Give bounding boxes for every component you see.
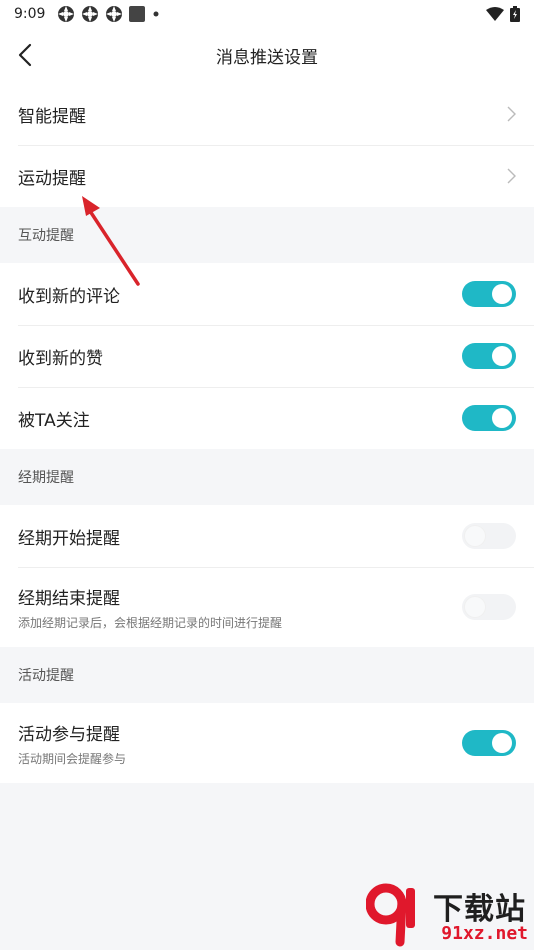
period-start-label: 经期开始提醒 (18, 528, 120, 549)
followed-label: 被TA关注 (18, 410, 90, 431)
period-end-label: 经期结束提醒 (18, 588, 120, 609)
chevron-left-icon (18, 43, 32, 67)
period-end-description: 添加经期记录后，会根据经期记录的时间进行提醒 (18, 615, 283, 630)
status-notification-icons (57, 5, 161, 23)
new-like-label: 收到新的赞 (18, 348, 103, 369)
activity-reminder-label: 活动参与提醒 (18, 724, 120, 745)
period-end-item: 经期结束提醒 添加经期记录后，会根据经期记录的时间进行提醒 (0, 567, 534, 647)
watermark-logo-icon (366, 883, 415, 947)
app-icon (82, 6, 99, 22)
new-comment-item: 收到新的评论 (0, 263, 534, 325)
section-header-activity: 活动提醒 (0, 647, 534, 703)
toggle-knob (492, 733, 512, 753)
sport-reminder-item[interactable]: 运动提醒 (0, 145, 534, 207)
watermark-url: 91xz.net (441, 923, 528, 944)
followed-toggle[interactable] (462, 405, 516, 431)
period-start-toggle[interactable] (462, 523, 516, 549)
toggle-knob (492, 284, 512, 304)
chevron-right-icon (507, 168, 516, 184)
wifi-icon (486, 7, 504, 21)
new-like-toggle[interactable] (462, 343, 516, 369)
square-icon (129, 6, 146, 22)
activity-reminder-description: 活动期间会提醒参与 (18, 751, 127, 766)
page-title: 消息推送设置 (216, 48, 318, 68)
interaction-settings-group: 收到新的评论 收到新的赞 被TA关注 (0, 263, 534, 449)
toggle-knob (465, 597, 485, 617)
top-settings-group: 智能提醒 运动提醒 (0, 83, 534, 207)
smart-reminder-item[interactable]: 智能提醒 (0, 83, 534, 145)
section-header-period: 经期提醒 (0, 449, 534, 505)
watermark-logo-text: 下载站 (433, 892, 526, 927)
period-settings-group: 经期开始提醒 经期结束提醒 添加经期记录后，会根据经期记录的时间进行提醒 (0, 505, 534, 647)
watermark: 下载站 91xz.net (360, 878, 534, 950)
toggle-knob (492, 408, 512, 428)
new-comment-toggle[interactable] (462, 281, 516, 307)
new-comment-label: 收到新的评论 (18, 286, 120, 307)
status-bar: 9:09 (0, 0, 534, 28)
sport-reminder-label: 运动提醒 (18, 168, 86, 189)
battery-icon (510, 6, 520, 22)
app-icon (58, 6, 75, 22)
toggle-knob (492, 346, 512, 366)
activity-reminder-toggle[interactable] (462, 730, 516, 756)
smart-reminder-label: 智能提醒 (18, 106, 86, 127)
section-header-interaction: 互动提醒 (0, 207, 534, 263)
period-end-toggle[interactable] (462, 594, 516, 620)
new-like-item: 收到新的赞 (0, 325, 534, 387)
app-icon (106, 6, 123, 22)
status-time: 9:09 (14, 6, 46, 22)
back-button[interactable] (10, 40, 40, 70)
activity-settings-group: 活动参与提醒 活动期间会提醒参与 (0, 703, 534, 783)
dot-icon (153, 11, 159, 17)
activity-reminder-item: 活动参与提醒 活动期间会提醒参与 (0, 703, 534, 783)
toggle-knob (465, 526, 485, 546)
period-start-item: 经期开始提醒 (0, 505, 534, 567)
nav-bar: 消息推送设置 (0, 28, 534, 83)
followed-item: 被TA关注 (0, 387, 534, 449)
status-system-icons (486, 6, 520, 22)
chevron-right-icon (507, 106, 516, 122)
